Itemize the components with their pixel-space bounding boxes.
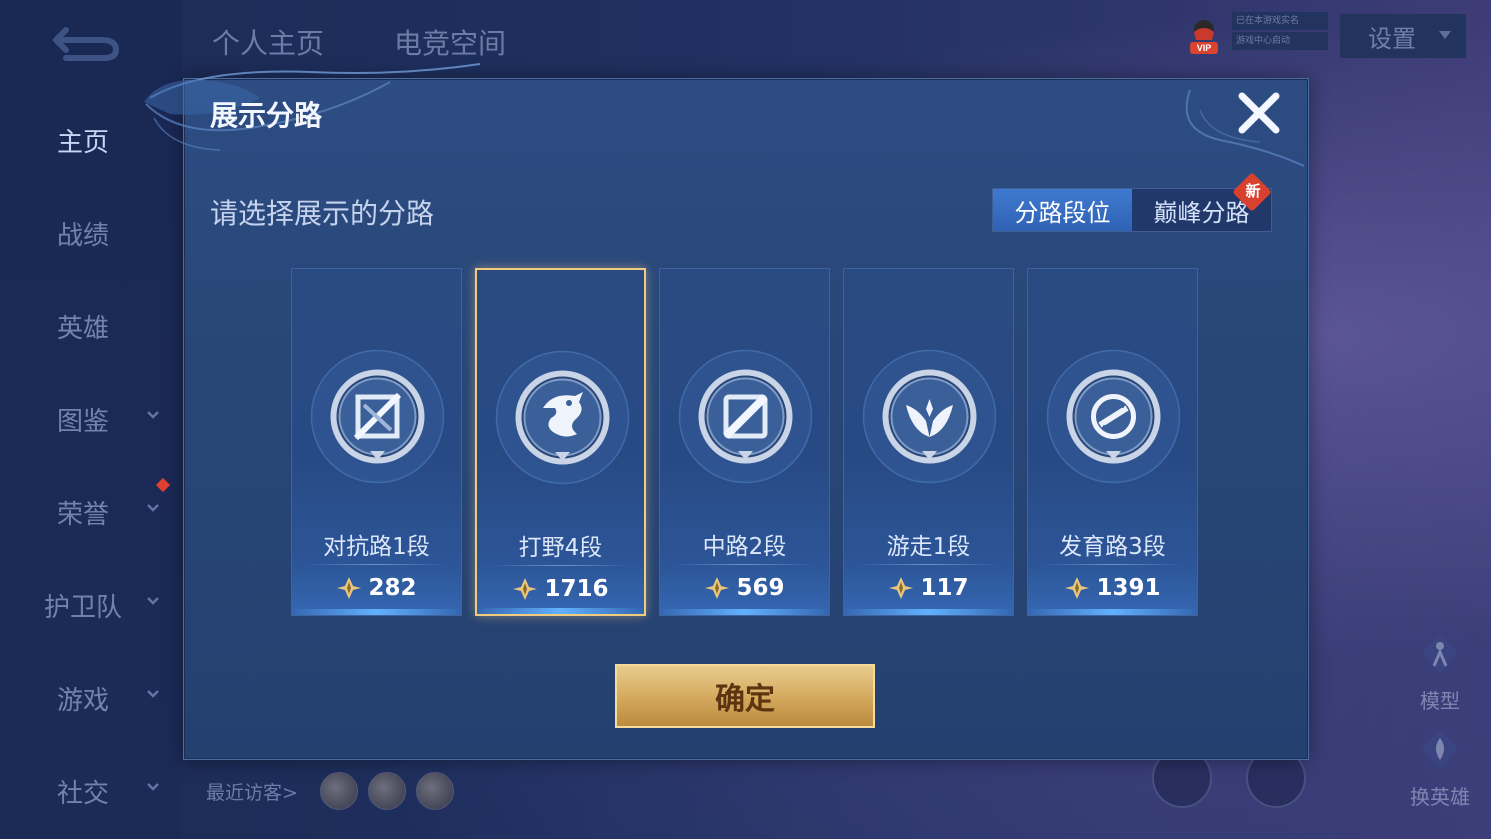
sidebar-item-label: 图鉴	[56, 406, 109, 437]
chevron-down-icon	[147, 504, 159, 512]
dragon-emblem-icon	[495, 350, 630, 485]
model-label: 模型	[1420, 689, 1460, 713]
staff-emblem-icon	[678, 349, 813, 484]
sidebar: 主页 战绩 英雄 图鉴 荣誉 护卫队 游戏 社交	[0, 0, 182, 839]
wings-emblem-icon	[862, 349, 997, 484]
card-glow	[1028, 609, 1197, 615]
verify-line: 游戏中心启动	[1232, 32, 1328, 50]
settings-button[interactable]: 设置	[1340, 14, 1466, 58]
lane-score: 569	[736, 575, 785, 601]
sidebar-item-record[interactable]: 战绩	[0, 213, 182, 253]
lane-card[interactable]: 游走1段 117	[843, 268, 1014, 616]
model-icon	[1422, 634, 1458, 674]
new-badge-label: 新	[1245, 182, 1261, 200]
card-glow	[844, 609, 1013, 615]
avatar[interactable]	[319, 772, 358, 810]
chevron-down-icon	[147, 690, 159, 698]
lane-score: 282	[368, 575, 417, 601]
lane-score: 1391	[1096, 575, 1161, 601]
sidebar-item-social[interactable]: 社交	[0, 771, 182, 811]
score-row: 1391	[1028, 575, 1197, 601]
sidebar-item-heroes[interactable]: 英雄	[0, 306, 182, 346]
lane-card-selected[interactable]: 打野4段 1716	[475, 268, 646, 616]
lane-card[interactable]: 中路2段 569	[659, 268, 830, 616]
rank-points-icon	[705, 577, 730, 599]
recent-visitors-link[interactable]: 最近访客>	[206, 778, 298, 805]
verify-line: 已在本游戏实名	[1232, 12, 1328, 30]
sidebar-item-home[interactable]: 主页	[0, 120, 182, 160]
divider	[672, 564, 817, 565]
card-glow	[660, 609, 829, 615]
lane-card-list: 对抗路1段 282 打野4段 1716 中路2段 569 游走1段 117 发育…	[291, 268, 1201, 618]
tab-profile[interactable]: 个人主页	[212, 22, 324, 62]
lane-card[interactable]: 对抗路1段 282	[291, 268, 462, 616]
avatar[interactable]	[415, 772, 454, 810]
confirm-button[interactable]: 确定	[615, 664, 875, 728]
rank-points-icon	[513, 578, 538, 600]
dialog-subtitle: 请选择展示的分路	[210, 197, 435, 230]
rank-points-icon	[337, 577, 362, 599]
sidebar-item-label: 英雄	[56, 313, 109, 344]
lane-name: 游走1段	[886, 534, 971, 560]
svg-text:VIP: VIP	[1197, 43, 1212, 53]
divider	[1040, 564, 1185, 565]
score-row: 569	[660, 575, 829, 601]
lane-mode-toggle: 分路段位 巅峰分路	[992, 188, 1272, 232]
lane-score: 1716	[544, 576, 609, 602]
shield-emblem-icon	[1046, 349, 1181, 484]
lane-name: 打野4段	[518, 535, 603, 561]
settings-label: 设置	[1368, 24, 1416, 53]
vip-icon[interactable]: VIP	[1186, 16, 1222, 58]
switch-hero-button[interactable]: 换英雄	[1400, 728, 1480, 810]
sidebar-item-label: 社交	[56, 778, 109, 809]
sidebar-item-label: 荣誉	[56, 499, 109, 530]
avatar[interactable]	[367, 772, 406, 810]
sword-emblem-icon	[310, 349, 445, 484]
rank-points-icon	[889, 577, 914, 599]
dialog-title: 展示分路	[210, 99, 323, 132]
score-row: 282	[292, 575, 461, 601]
verify-badge: 已在本游戏实名 游戏中心启动	[1232, 12, 1328, 52]
switch-hero-icon	[1422, 730, 1458, 770]
close-icon[interactable]	[1236, 90, 1282, 136]
notification-dot	[155, 477, 171, 493]
card-glow	[477, 608, 644, 614]
sidebar-item-label: 主页	[56, 127, 109, 158]
divider	[856, 564, 1001, 565]
chevron-down-icon	[147, 411, 159, 419]
divider	[304, 564, 449, 565]
sidebar-item-label: 游戏	[56, 685, 109, 716]
tab-esports[interactable]: 电竞空间	[394, 22, 506, 62]
lane-score: 117	[920, 575, 969, 601]
recent-visitors: 最近访客>	[206, 772, 454, 810]
sidebar-item-label: 护卫队	[43, 592, 122, 623]
chevron-down-icon	[147, 783, 159, 791]
sidebar-item-guard[interactable]: 护卫队	[0, 585, 182, 625]
divider	[489, 565, 632, 566]
tab-lane-rank[interactable]: 分路段位	[993, 189, 1132, 231]
switch-hero-label: 换英雄	[1410, 785, 1470, 809]
sidebar-item-game[interactable]: 游戏	[0, 678, 182, 718]
score-row: 117	[844, 575, 1013, 601]
lane-name: 中路2段	[702, 534, 787, 560]
model-button[interactable]: 模型	[1400, 632, 1480, 714]
lane-card[interactable]: 发育路3段 1391	[1027, 268, 1198, 616]
card-glow	[292, 609, 461, 615]
score-row: 1716	[477, 576, 644, 602]
sidebar-item-label: 战绩	[56, 220, 109, 251]
chevron-down-icon	[147, 597, 159, 605]
sidebar-item-honor[interactable]: 荣誉	[0, 492, 182, 532]
chevron-down-icon	[1439, 31, 1451, 39]
sidebar-item-codex[interactable]: 图鉴	[0, 399, 182, 439]
rank-points-icon	[1065, 577, 1090, 599]
back-arrow-icon[interactable]	[48, 22, 122, 62]
top-tabs: 个人主页 电竞空间	[212, 22, 506, 62]
lane-name: 发育路3段	[1059, 534, 1166, 560]
lane-name: 对抗路1段	[323, 534, 430, 560]
